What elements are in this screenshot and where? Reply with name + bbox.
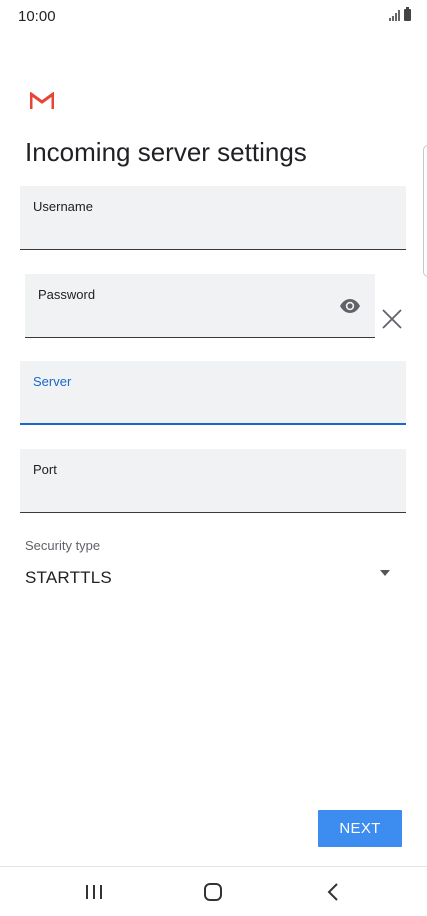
- security-type-dropdown[interactable]: STARTTLS: [25, 560, 395, 594]
- gmail-logo: [30, 92, 54, 109]
- back-icon[interactable]: [313, 879, 353, 905]
- server-field[interactable]: Server: [20, 361, 406, 425]
- server-input[interactable]: [32, 395, 394, 421]
- password-label: Password: [38, 287, 96, 302]
- next-button[interactable]: NEXT: [318, 810, 402, 847]
- page-title: Incoming server settings: [25, 137, 307, 167]
- close-icon[interactable]: [381, 308, 403, 330]
- port-field[interactable]: Port: [20, 449, 406, 513]
- security-type-label: Security type: [25, 538, 101, 553]
- status-icons: [389, 7, 411, 21]
- scroll-handle[interactable]: [423, 145, 427, 277]
- username-input[interactable]: [32, 220, 394, 246]
- port-input[interactable]: [32, 483, 394, 509]
- server-label: Server: [33, 374, 72, 389]
- security-type-value: STARTTLS: [25, 568, 112, 587]
- signal-icon: [389, 9, 400, 21]
- username-field[interactable]: Username: [20, 186, 406, 250]
- status-bar: 10:00: [0, 0, 427, 34]
- status-time: 10:00: [18, 8, 56, 25]
- battery-icon: [404, 7, 411, 21]
- password-field[interactable]: Password: [25, 274, 375, 338]
- username-label: Username: [33, 199, 93, 214]
- nav-divider: [0, 866, 427, 867]
- recents-icon[interactable]: [74, 879, 114, 905]
- port-label: Port: [33, 462, 57, 477]
- home-icon[interactable]: [193, 879, 233, 905]
- eye-icon[interactable]: [339, 298, 361, 314]
- password-input[interactable]: [37, 308, 331, 334]
- chevron-down-icon: [380, 570, 390, 576]
